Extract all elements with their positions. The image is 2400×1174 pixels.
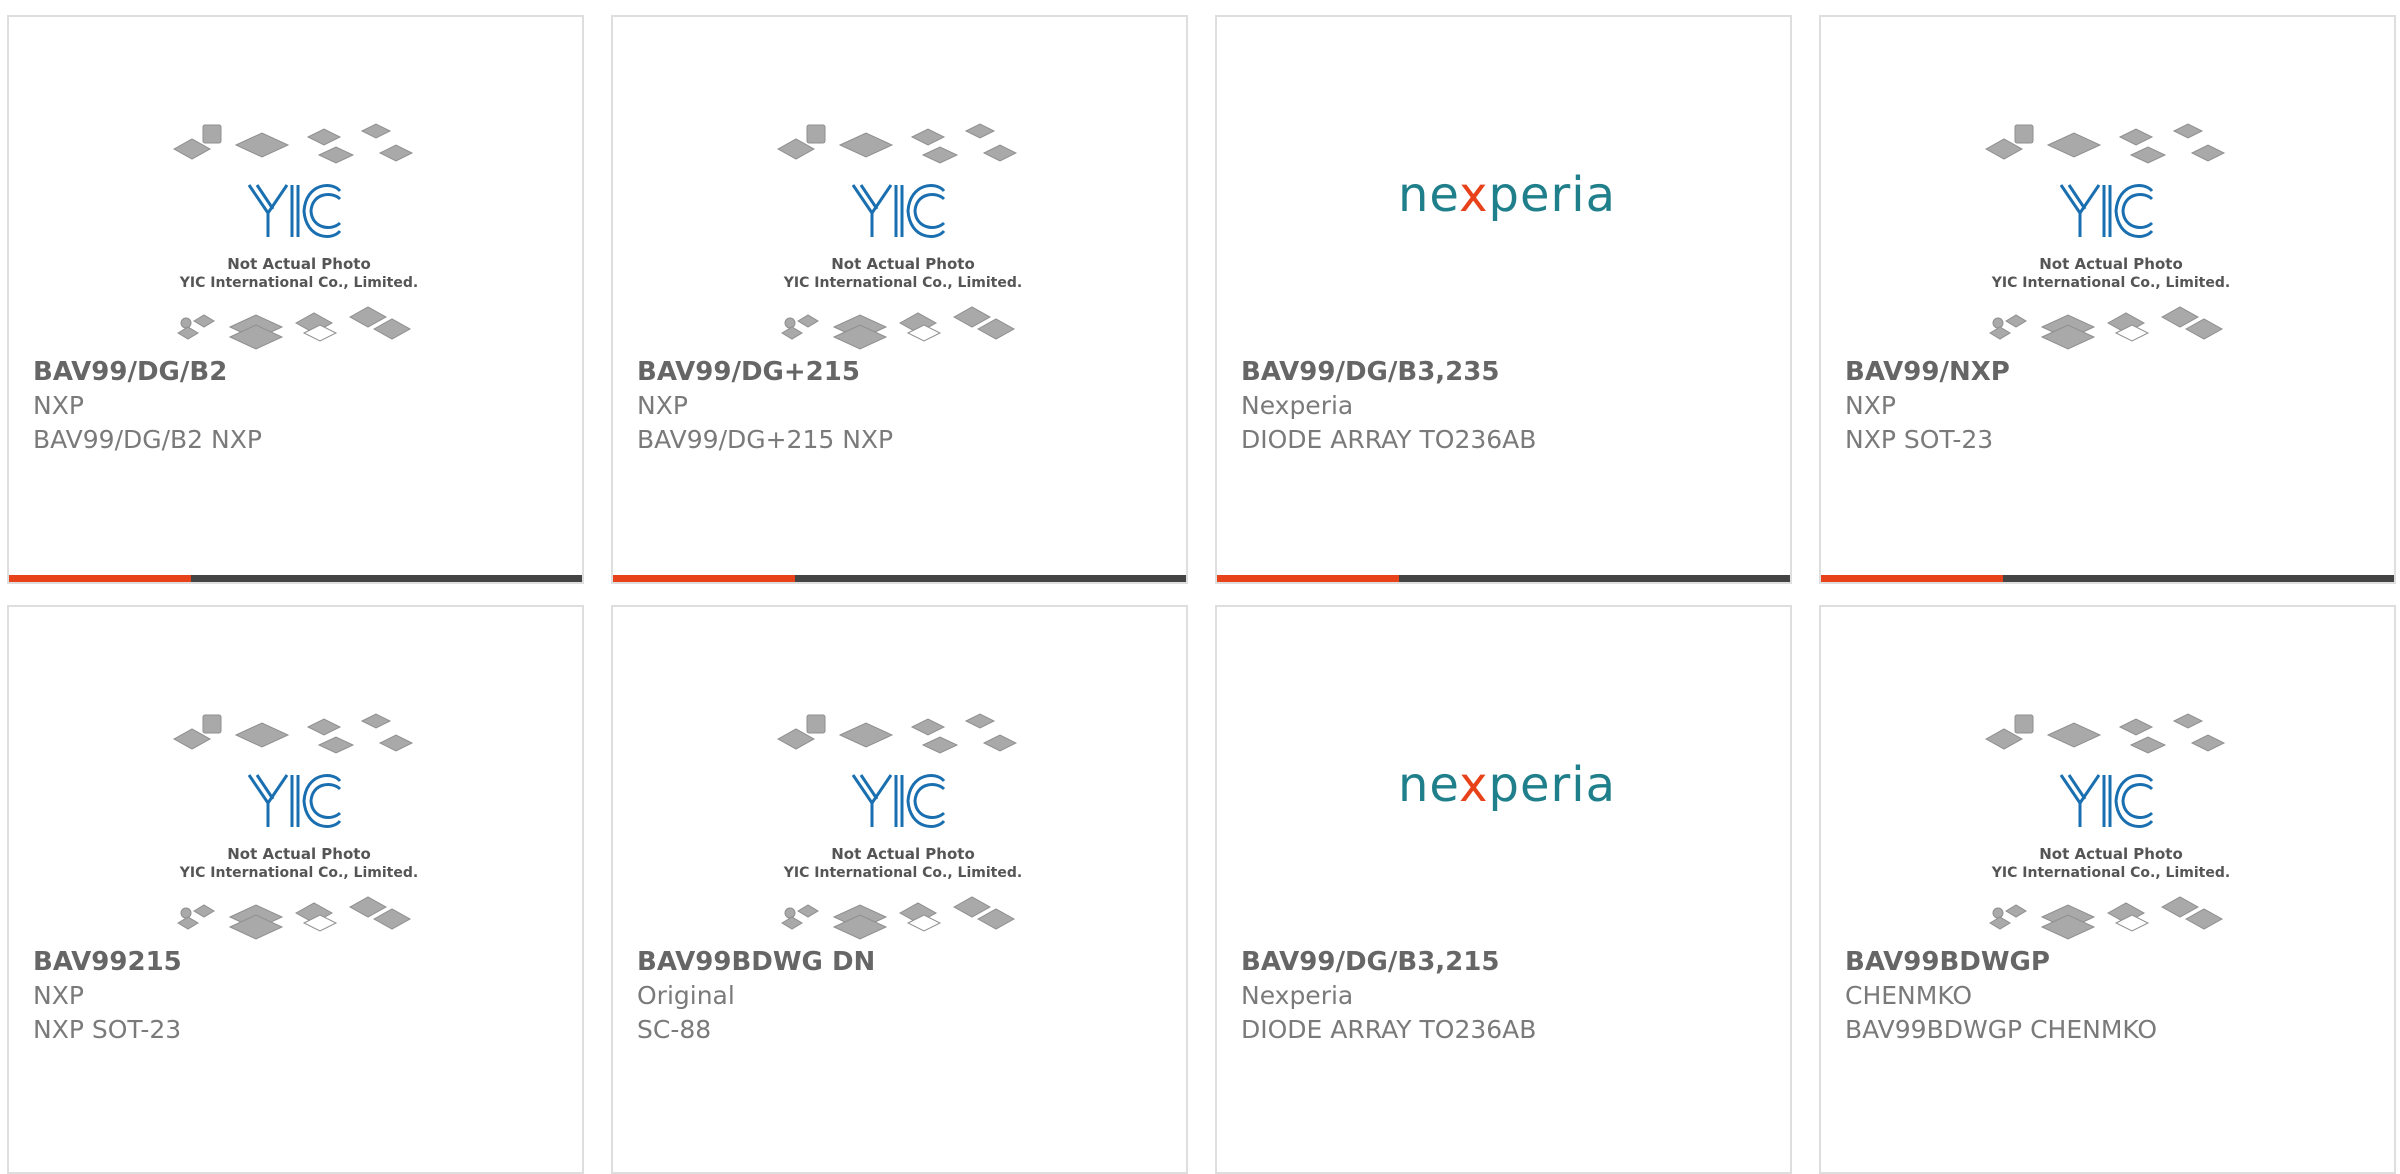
- product-info: BAV99/DG/B3,235 Nexperia DIODE ARRAY TO2…: [1241, 355, 1774, 457]
- product-card[interactable]: nexperia BAV99/DG/B3,235 Nexperia DIODE …: [1215, 15, 1792, 584]
- placeholder-line2: YIC International Co., Limited.: [179, 865, 418, 881]
- product-image: Not Actual Photo YIC International Co., …: [164, 107, 434, 362]
- part-number[interactable]: BAV99215: [33, 945, 566, 979]
- yic-placeholder-image: Not Actual Photo YIC International Co., …: [776, 713, 1022, 940]
- product-image: Not Actual Photo YIC International Co., …: [1976, 107, 2246, 362]
- manufacturer: NXP: [33, 391, 84, 420]
- card-bottom-bar: [9, 575, 582, 582]
- part-number[interactable]: BAV99/DG/B2: [33, 355, 566, 389]
- part-number[interactable]: BAV99/NXP: [1845, 355, 2378, 389]
- product-info: BAV99/NXP NXP NXP SOT-23: [1845, 355, 2378, 457]
- placeholder-line1: Not Actual Photo: [831, 845, 975, 863]
- part-number[interactable]: BAV99/DG+215: [637, 355, 1170, 389]
- product-card[interactable]: Not Actual Photo YIC International Co., …: [1819, 605, 2396, 1174]
- card-bottom-bar: [1217, 575, 1790, 582]
- placeholder-line1: Not Actual Photo: [2039, 845, 2183, 863]
- yic-placeholder-image: Not Actual Photo YIC International Co., …: [1984, 713, 2230, 940]
- placeholder-line2: YIC International Co., Limited.: [783, 865, 1022, 881]
- manufacturer: Original: [637, 981, 735, 1010]
- description: DIODE ARRAY TO236AB: [1241, 1015, 1537, 1044]
- placeholder-line1: Not Actual Photo: [227, 845, 371, 863]
- product-card[interactable]: Not Actual Photo YIC International Co., …: [7, 605, 584, 1174]
- product-info: BAV99/DG/B3,215 Nexperia DIODE ARRAY TO2…: [1241, 945, 1774, 1047]
- description: BAV99BDWGP CHENMKO: [1845, 1015, 2158, 1044]
- nexperia-logo: nexperia: [1398, 757, 1616, 813]
- nexperia-logo: nexperia: [1398, 167, 1616, 223]
- description: BAV99/DG/B2 NXP: [33, 425, 262, 454]
- product-card[interactable]: Not Actual Photo YIC International Co., …: [1819, 15, 2396, 584]
- product-info: BAV99215 NXP NXP SOT-23: [33, 945, 566, 1047]
- product-card[interactable]: Not Actual Photo YIC International Co., …: [611, 15, 1188, 584]
- product-image: Not Actual Photo YIC International Co., …: [768, 697, 1038, 952]
- product-info: BAV99BDWGP CHENMKO BAV99BDWGP CHENMKO: [1845, 945, 2378, 1047]
- product-image: Not Actual Photo YIC International Co., …: [1976, 697, 2246, 952]
- product-info: BAV99/DG+215 NXP BAV99/DG+215 NXP: [637, 355, 1170, 457]
- product-card[interactable]: Not Actual Photo YIC International Co., …: [7, 15, 584, 584]
- description: DIODE ARRAY TO236AB: [1241, 425, 1537, 454]
- placeholder-line2: YIC International Co., Limited.: [783, 275, 1022, 291]
- yic-placeholder-image: Not Actual Photo YIC International Co., …: [172, 713, 418, 940]
- placeholder-line2: YIC International Co., Limited.: [179, 275, 418, 291]
- placeholder-line1: Not Actual Photo: [227, 255, 371, 273]
- placeholder-line2: YIC International Co., Limited.: [1991, 865, 2230, 881]
- product-image: nexperia: [1372, 697, 1642, 952]
- part-number[interactable]: BAV99BDWGP: [1845, 945, 2378, 979]
- manufacturer: NXP: [1845, 391, 1896, 420]
- product-grid: Not Actual Photo YIC International Co., …: [0, 0, 2400, 1174]
- placeholder-line2: YIC International Co., Limited.: [1991, 275, 2230, 291]
- manufacturer: Nexperia: [1241, 981, 1354, 1010]
- product-info: BAV99/DG/B2 NXP BAV99/DG/B2 NXP: [33, 355, 566, 457]
- card-accent-bar: [1217, 575, 1399, 582]
- yic-placeholder-image: Not Actual Photo YIC International Co., …: [1984, 123, 2230, 350]
- card-accent-bar: [9, 575, 191, 582]
- card-accent-bar: [1821, 575, 2003, 582]
- product-card[interactable]: Not Actual Photo YIC International Co., …: [611, 605, 1188, 1174]
- manufacturer: CHENMKO: [1845, 981, 1973, 1010]
- description: BAV99/DG+215 NXP: [637, 425, 894, 454]
- yic-placeholder-image: Not Actual Photo YIC International Co., …: [172, 123, 418, 350]
- manufacturer: Nexperia: [1241, 391, 1354, 420]
- card-accent-bar: [613, 575, 795, 582]
- product-image: Not Actual Photo YIC International Co., …: [164, 697, 434, 952]
- description: NXP SOT-23: [1845, 425, 1994, 454]
- manufacturer: NXP: [637, 391, 688, 420]
- product-info: BAV99BDWG DN Original SC-88: [637, 945, 1170, 1047]
- placeholder-line1: Not Actual Photo: [2039, 255, 2183, 273]
- card-bottom-bar: [613, 575, 1186, 582]
- product-image: nexperia: [1372, 107, 1642, 362]
- product-card[interactable]: nexperia BAV99/DG/B3,215 Nexperia DIODE …: [1215, 605, 1792, 1174]
- product-image: Not Actual Photo YIC International Co., …: [768, 107, 1038, 362]
- part-number[interactable]: BAV99/DG/B3,215: [1241, 945, 1774, 979]
- placeholder-line1: Not Actual Photo: [831, 255, 975, 273]
- description: NXP SOT-23: [33, 1015, 182, 1044]
- description: SC-88: [637, 1015, 712, 1044]
- card-bottom-bar: [1821, 575, 2394, 582]
- part-number[interactable]: BAV99BDWG DN: [637, 945, 1170, 979]
- yic-placeholder-image: Not Actual Photo YIC International Co., …: [776, 123, 1022, 350]
- manufacturer: NXP: [33, 981, 84, 1010]
- part-number[interactable]: BAV99/DG/B3,235: [1241, 355, 1774, 389]
